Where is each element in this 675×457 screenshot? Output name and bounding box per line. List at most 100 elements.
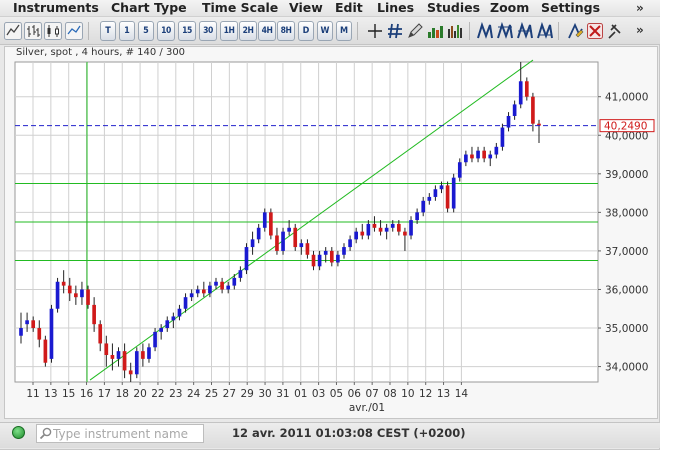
- candle-body: [305, 243, 310, 255]
- x-tick-label: 20: [133, 388, 146, 400]
- candle-body: [445, 185, 450, 209]
- candle-body: [165, 320, 170, 329]
- candle-body: [451, 177, 456, 209]
- candle-body: [470, 154, 474, 159]
- y-tick-label: 36,0000: [605, 284, 648, 296]
- candle-body: [360, 231, 365, 236]
- candle-body: [476, 150, 480, 159]
- app-window: Instruments Chart Type Time Scale View E…: [0, 0, 660, 450]
- x-tick-label: 06: [348, 388, 362, 400]
- x-tick-label: 25: [205, 388, 218, 400]
- y-tick-label: 39,0000: [605, 169, 648, 181]
- candle-body: [86, 289, 90, 305]
- x-tick-label: 11: [26, 388, 39, 400]
- x-tick-label: 24: [187, 388, 201, 400]
- candle-body: [195, 289, 200, 294]
- y-tick-label: 38,0000: [605, 207, 648, 219]
- candle-body: [238, 270, 243, 278]
- candle-body: [220, 281, 224, 290]
- candle-body: [208, 285, 212, 294]
- x-tick-label: 27: [223, 388, 236, 400]
- candle-body: [500, 127, 505, 147]
- candle-body: [311, 254, 316, 267]
- y-tick-label: 35,0000: [605, 323, 648, 335]
- candle-body: [189, 293, 194, 298]
- x-month-label: avr./01: [349, 402, 385, 414]
- candle-body: [281, 231, 285, 251]
- candle-body: [92, 304, 96, 325]
- candle-body: [415, 212, 419, 221]
- candle-body: [348, 239, 352, 248]
- candle-body: [488, 154, 493, 159]
- x-tick-label: 23: [169, 388, 182, 400]
- x-tick-label: 12: [419, 388, 432, 400]
- price-chart[interactable]: 11 13 15 16 17 18 20 22 23 24 25 27 29 30 31 01 03 05 06 07…: [0, 0, 660, 420]
- candle-body: [323, 250, 328, 255]
- candle-body: [61, 281, 66, 286]
- candle-body: [457, 162, 462, 178]
- x-tick-label: 31: [276, 388, 289, 400]
- candle-body: [256, 227, 261, 240]
- candle-body: [31, 320, 36, 329]
- candle-body: [427, 196, 432, 201]
- y-tick-label: 34,0000: [605, 362, 648, 374]
- x-tick-label: 07: [365, 388, 378, 400]
- x-tick-label: 13: [44, 388, 57, 400]
- candle-body: [403, 231, 407, 236]
- last-price-label: 40,2490: [604, 121, 647, 133]
- candle-body: [354, 231, 359, 240]
- candle-body: [128, 370, 133, 375]
- candle-body: [384, 227, 389, 232]
- candle-body: [104, 343, 109, 356]
- x-tick-label: 17: [98, 388, 111, 400]
- candle-body: [512, 104, 517, 116]
- candle-body: [269, 212, 273, 236]
- candle-body: [171, 316, 176, 321]
- x-tick-label: 01: [294, 388, 307, 400]
- candle-body: [244, 247, 249, 271]
- candle-body: [43, 339, 48, 363]
- instrument-search[interactable]: [36, 424, 204, 443]
- x-tick-label: 18: [116, 388, 129, 400]
- candle-body: [275, 235, 279, 251]
- candle-body: [293, 227, 298, 248]
- candle-body: [494, 146, 499, 155]
- candle-body: [74, 293, 78, 298]
- candle-body: [409, 220, 413, 236]
- candle-body: [524, 81, 529, 97]
- x-tick-label: 10: [401, 388, 414, 400]
- candle-body: [134, 351, 139, 375]
- candle-body: [250, 239, 255, 248]
- candle-body: [366, 223, 371, 236]
- candle-body: [37, 328, 42, 340]
- candle-body: [329, 250, 334, 263]
- instrument-search-input[interactable]: [53, 425, 203, 442]
- candle-body: [55, 281, 60, 309]
- x-tick-label: 13: [437, 388, 450, 400]
- x-tick-label: 14: [455, 388, 469, 400]
- candle-body: [110, 355, 115, 359]
- candle-body: [183, 297, 188, 309]
- candle-body: [19, 328, 23, 336]
- y-tick-label: 41,0000: [605, 92, 648, 104]
- candle-body: [153, 331, 157, 348]
- candle-body: [378, 227, 383, 232]
- candle-body: [147, 347, 151, 359]
- candle-body: [336, 254, 340, 263]
- candle-body: [464, 154, 468, 163]
- search-icon: [39, 427, 52, 440]
- candle-body: [232, 277, 237, 286]
- candle-body: [439, 185, 444, 190]
- candle-body: [518, 81, 523, 105]
- candle-body: [201, 289, 206, 294]
- status-datetime: 12 avr. 2011 01:03:08 CEST (+0200): [232, 426, 466, 440]
- candle-body: [482, 150, 486, 159]
- candle-body: [397, 223, 401, 232]
- candle-body: [317, 254, 322, 267]
- candle-body: [421, 200, 426, 213]
- candle-body: [49, 308, 54, 359]
- x-tick-label: 16: [80, 388, 94, 400]
- x-tick-label: 05: [330, 388, 343, 400]
- candle-body: [25, 320, 29, 325]
- candle-body: [177, 308, 182, 317]
